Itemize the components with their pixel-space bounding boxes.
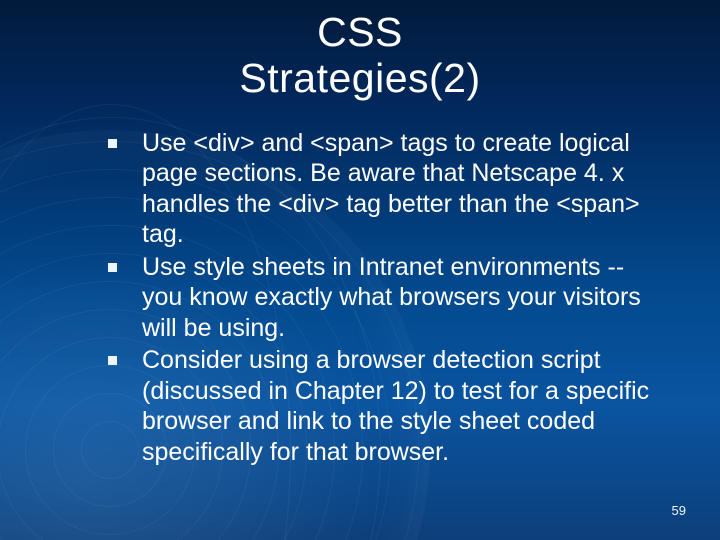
list-item: Use <div> and <span> tags to create logi… (102, 128, 670, 250)
bullet-list: Use <div> and <span> tags to create logi… (102, 128, 670, 468)
list-item: Use style sheets in Intranet environment… (102, 252, 670, 344)
list-item: Consider using a browser detection scrip… (102, 345, 670, 467)
title-line-2: Strategies(2) (239, 55, 480, 101)
title-line-1: CSS (317, 9, 403, 55)
bullet-text: Consider using a browser detection scrip… (142, 346, 649, 466)
page-number: 59 (672, 503, 686, 518)
slide: CSS Strategies(2) Use <div> and <span> t… (0, 0, 720, 540)
bullet-text: Use <div> and <span> tags to create logi… (142, 129, 640, 249)
slide-title: CSS Strategies(2) (40, 10, 680, 102)
slide-body: Use <div> and <span> tags to create logi… (40, 128, 680, 468)
bullet-text: Use style sheets in Intranet environment… (142, 253, 641, 342)
